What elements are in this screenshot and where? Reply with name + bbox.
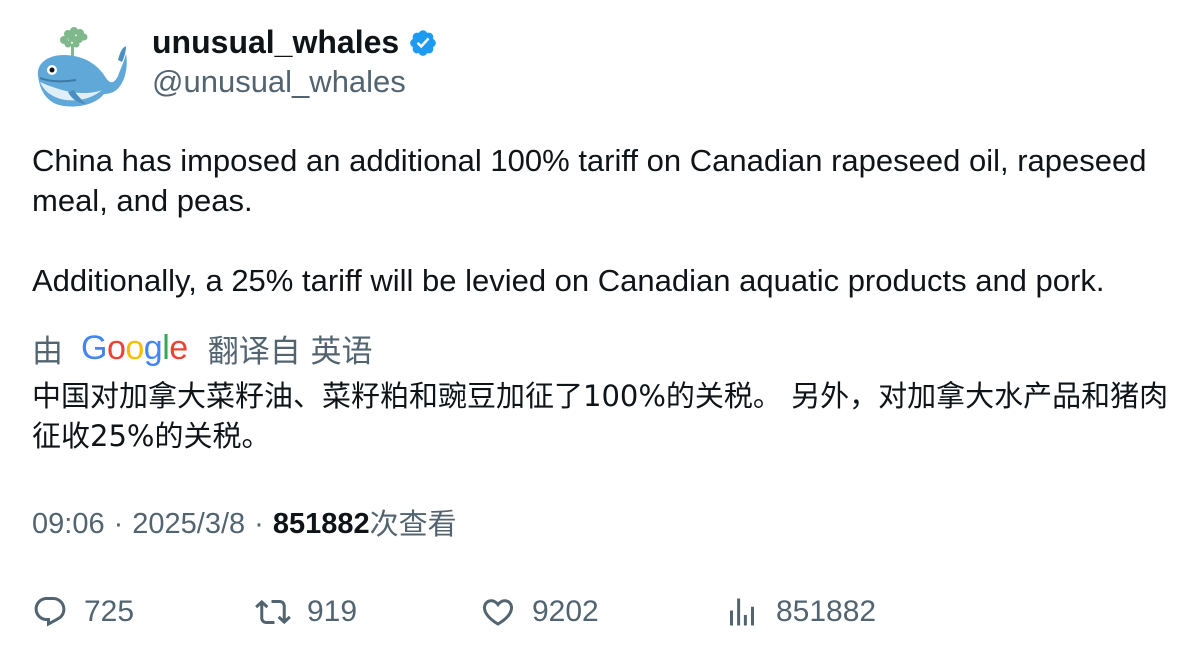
- translated-text: 中国对加拿大菜籽油、菜籽粕和豌豆加征了100%的关税。 另外，对加拿大水产品和猪…: [32, 379, 1169, 453]
- meta-separator: ·: [113, 508, 124, 540]
- retweet-count: 919: [307, 595, 358, 628]
- tweet-time[interactable]: 09:06: [32, 504, 105, 544]
- tweet-meta: 09:06 · 2025/3/8 · 851882 次查看: [32, 504, 457, 544]
- retweet-icon: [255, 599, 291, 625]
- tweet-date[interactable]: 2025/3/8: [132, 504, 245, 544]
- reply-button[interactable]: 725: [32, 592, 134, 632]
- handle[interactable]: @unusual_whales: [152, 62, 406, 102]
- verified-badge-icon[interactable]: [408, 28, 438, 58]
- retweet-button[interactable]: 919: [255, 592, 357, 632]
- views-count: 851882: [272, 508, 370, 540]
- meta-separator: ·: [254, 508, 264, 540]
- translation-suffix: 翻译自 英语: [207, 333, 373, 370]
- like-button[interactable]: 9202: [480, 592, 599, 632]
- tweet-paragraph: Additionally, a 25% tariff will be levie…: [32, 263, 1105, 298]
- display-name[interactable]: unusual_whales: [152, 22, 399, 62]
- tweet-paragraph: China has imposed an additional 100% tar…: [32, 143, 1147, 218]
- translation-attribution[interactable]: 由 Google 翻译自 英语: [32, 326, 373, 370]
- views-action-count: 851882: [776, 595, 877, 628]
- views-chart-icon: [730, 598, 754, 626]
- views-button[interactable]: 851882: [724, 592, 876, 632]
- whale-avatar-icon: [37, 27, 127, 107]
- reply-icon: [34, 597, 66, 627]
- views-label: 次查看: [369, 507, 457, 541]
- tweet-text: China has imposed an additional 100% tar…: [32, 141, 1172, 301]
- like-count: 9202: [532, 595, 599, 628]
- heart-icon: [482, 599, 514, 626]
- reply-count: 725: [84, 595, 135, 628]
- google-logo: Google: [81, 328, 188, 367]
- author-header: unusual_whales: [152, 22, 438, 62]
- avatar[interactable]: [32, 24, 128, 112]
- translation-prefix: 由: [32, 333, 63, 370]
